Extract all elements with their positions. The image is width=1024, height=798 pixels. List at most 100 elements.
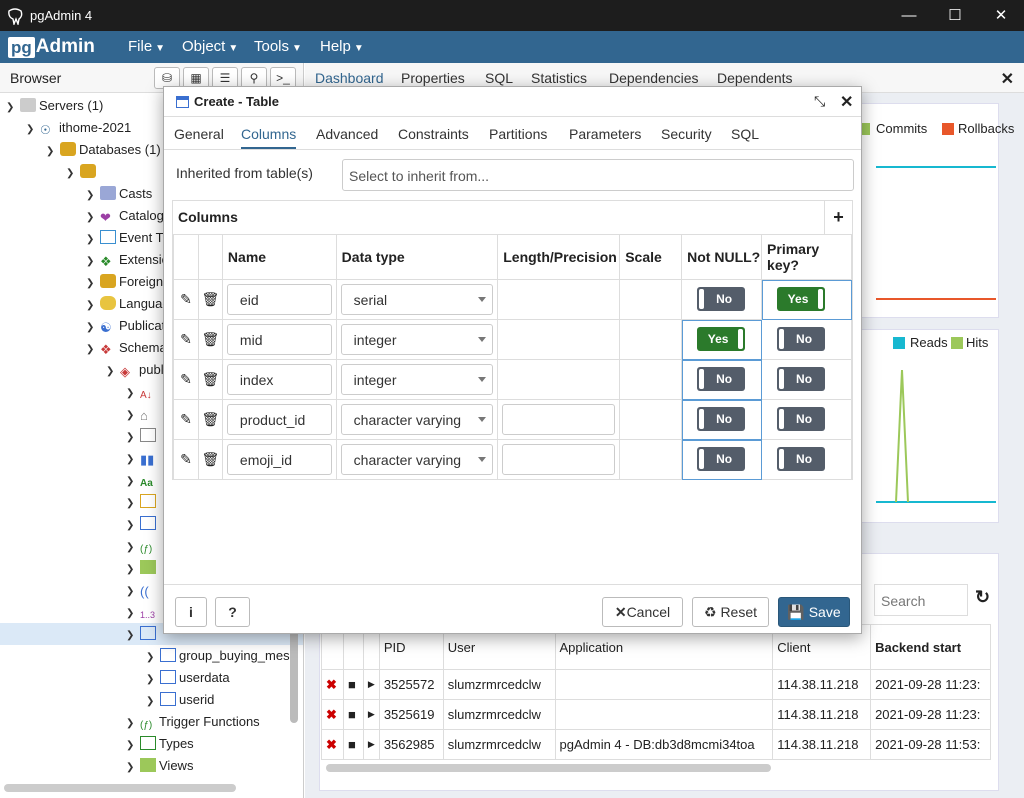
length-cell[interactable] <box>497 359 621 400</box>
trash-icon[interactable]: 🗑 <box>197 399 223 440</box>
menu-help[interactable]: Help ▼ <box>320 38 364 55</box>
not-null-toggle[interactable]: No <box>697 447 746 471</box>
sessions-scrollbar[interactable] <box>326 764 771 772</box>
column-name-input[interactable]: product_id <box>226 404 332 435</box>
column-name-input[interactable]: eid <box>226 284 332 315</box>
not-null-toggle[interactable]: Yes <box>697 327 746 351</box>
data-type-select[interactable]: serial <box>340 284 494 315</box>
terminate-session-icon[interactable]: ✖ <box>321 729 344 760</box>
tab-sql[interactable]: SQL <box>485 70 513 86</box>
tree-database-db[interactable]: ❯ <box>66 161 99 183</box>
menu-file[interactable]: File ▼ <box>128 38 165 55</box>
tree-table-group-buying[interactable]: ❯ group_buying_mes <box>146 645 290 667</box>
data-type-select[interactable]: integer <box>340 324 494 355</box>
edit-icon[interactable]: ✎ <box>173 359 199 400</box>
browser-scrollbar-horizontal[interactable] <box>4 784 236 792</box>
scale-cell[interactable] <box>619 359 683 400</box>
tree-schemas[interactable]: ❯ ❖ Schemas <box>86 337 173 359</box>
data-type-select[interactable]: character varying <box>340 404 494 435</box>
scale-cell[interactable] <box>619 439 683 480</box>
tree-domains[interactable]: ❯ ⌂ <box>126 403 159 425</box>
tree-materialized-views[interactable]: ❯ <box>126 557 159 579</box>
save-button[interactable]: 💾 Save <box>778 597 850 627</box>
reset-button[interactable]: ♻ Reset <box>692 597 769 627</box>
edit-icon[interactable]: ✎ <box>173 439 199 480</box>
cancel-query-icon[interactable]: ■ <box>342 729 364 760</box>
close-panel-icon[interactable]: ✕ <box>1001 69 1014 89</box>
tab-parameters[interactable]: Parameters <box>569 126 641 142</box>
tree-servers[interactable]: ❯ Servers (1) <box>6 95 103 117</box>
chevron-down-icon[interactable]: ❯ <box>6 97 20 119</box>
terminate-session-icon[interactable]: ✖ <box>321 699 344 730</box>
tree-trigger-functions[interactable]: ❯ (ƒ) Trigger Functions <box>126 711 260 733</box>
tab-dashboard[interactable]: Dashboard <box>315 70 384 86</box>
trash-icon[interactable]: 🗑 <box>197 359 223 400</box>
col-backend-start[interactable]: Backend start <box>870 624 991 670</box>
primary-key-toggle[interactable]: No <box>777 367 826 391</box>
tab-security[interactable]: Security <box>661 126 712 142</box>
tab-partitions[interactable]: Partitions <box>489 126 547 142</box>
edit-icon[interactable]: ✎ <box>173 279 199 320</box>
tree-procedures[interactable]: ❯ (( <box>126 579 159 601</box>
tree-foreign-tables[interactable]: ❯ <box>126 513 159 535</box>
terminate-session-icon[interactable]: ✖ <box>321 669 344 700</box>
primary-key-toggle[interactable]: No <box>777 447 826 471</box>
data-type-select[interactable]: character varying <box>340 444 494 475</box>
scale-cell[interactable] <box>619 399 683 440</box>
expand-row-icon[interactable]: ▶ <box>362 729 380 760</box>
tab-constraints[interactable]: Constraints <box>398 126 469 142</box>
add-column-button[interactable]: + <box>824 201 852 234</box>
refresh-icon[interactable]: ↻ <box>975 587 990 608</box>
scale-cell[interactable] <box>619 279 683 320</box>
trash-icon[interactable]: 🗑 <box>197 279 223 320</box>
close-icon[interactable]: ✕ <box>840 92 853 112</box>
menu-tools[interactable]: Tools ▼ <box>254 38 302 55</box>
tab-dependencies[interactable]: Dependencies <box>609 70 699 86</box>
tree-server-ithome[interactable]: ❯ ☉ ithome-2021 <box>26 117 131 139</box>
length-cell[interactable] <box>497 319 621 360</box>
cancel-button[interactable]: ✕Cancel <box>602 597 683 627</box>
inherit-select[interactable]: Select to inherit from... <box>342 159 854 191</box>
edit-icon[interactable]: ✎ <box>173 399 199 440</box>
primary-key-toggle[interactable]: No <box>777 407 826 431</box>
tab-properties[interactable]: Properties <box>401 70 465 86</box>
tree-functions[interactable]: ❯ (ƒ) <box>126 535 159 557</box>
tab-columns[interactable]: Columns <box>241 126 297 149</box>
maximize-button[interactable]: ☐ <box>932 0 978 31</box>
trash-icon[interactable]: 🗑 <box>197 439 223 480</box>
tree-fts-configurations[interactable]: ❯ <box>126 425 159 447</box>
length-cell[interactable] <box>497 279 621 320</box>
tree-collations[interactable]: ❯ A↓ <box>126 381 159 403</box>
expand-row-icon[interactable]: ▶ <box>362 669 380 700</box>
browser-scrollbar-vertical[interactable] <box>290 625 298 723</box>
primary-key-toggle[interactable]: Yes <box>777 287 826 311</box>
column-name-input[interactable]: emoji_id <box>226 444 332 475</box>
trash-icon[interactable]: 🗑 <box>197 319 223 360</box>
menu-object[interactable]: Object ▼ <box>182 38 238 55</box>
cancel-query-icon[interactable]: ■ <box>342 669 364 700</box>
length-input[interactable] <box>502 404 616 435</box>
length-input[interactable] <box>502 444 616 475</box>
edit-icon[interactable]: ✎ <box>173 319 199 360</box>
tree-fts-dictionaries[interactable]: ❯ ▮▮ <box>126 447 159 469</box>
tab-advanced[interactable]: Advanced <box>316 126 378 142</box>
tree-catalogs[interactable]: ❯ ❤ Catalogs <box>86 205 170 227</box>
cancel-query-icon[interactable]: ■ <box>342 699 364 730</box>
tree-casts[interactable]: ❯ Casts <box>86 183 152 205</box>
not-null-toggle[interactable]: No <box>697 367 746 391</box>
tree-databases[interactable]: ❯ Databases (1) <box>46 139 161 161</box>
tree-fts-parsers[interactable]: ❯ Aa <box>126 469 159 491</box>
tree-types[interactable]: ❯ Types <box>126 733 194 755</box>
tree-table-userdata[interactable]: ❯ userdata <box>146 667 230 689</box>
not-null-toggle[interactable]: No <box>697 287 746 311</box>
scale-cell[interactable] <box>619 319 683 360</box>
tab-statistics[interactable]: Statistics <box>531 70 587 86</box>
help-button[interactable]: ? <box>215 597 250 627</box>
tree-sequences[interactable]: ❯ 1..3 <box>126 601 159 623</box>
expand-row-icon[interactable]: ▶ <box>362 699 380 730</box>
info-button[interactable]: i <box>175 597 207 627</box>
tab-sql[interactable]: SQL <box>731 126 759 142</box>
sessions-search-input[interactable]: Search <box>874 584 968 616</box>
column-name-input[interactable]: index <box>226 364 332 395</box>
primary-key-toggle[interactable]: No <box>777 327 826 351</box>
